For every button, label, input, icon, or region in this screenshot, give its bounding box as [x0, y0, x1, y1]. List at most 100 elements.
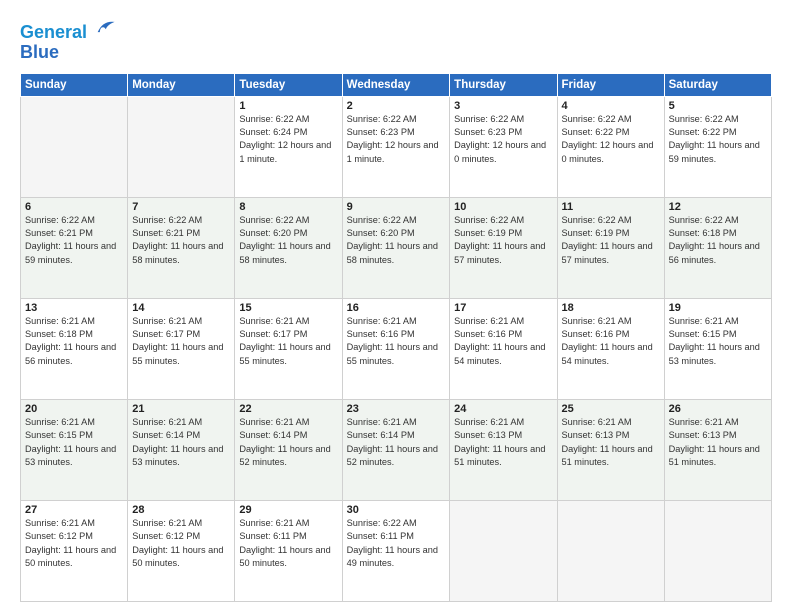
sunrise-text: Sunrise: 6:21 AM	[25, 518, 95, 528]
calendar-day-cell	[21, 96, 128, 197]
weekday-header-sunday: Sunday	[21, 73, 128, 96]
sunrise-text: Sunrise: 6:22 AM	[669, 114, 739, 124]
sunset-text: Sunset: 6:14 PM	[239, 430, 307, 440]
logo: General Blue	[20, 16, 116, 63]
sunset-text: Sunset: 6:17 PM	[132, 329, 200, 339]
day-info: Sunrise: 6:22 AMSunset: 6:19 PMDaylight:…	[562, 214, 660, 267]
day-info: Sunrise: 6:21 AMSunset: 6:15 PMDaylight:…	[25, 416, 123, 469]
weekday-header-friday: Friday	[557, 73, 664, 96]
calendar-week-row: 6Sunrise: 6:22 AMSunset: 6:21 PMDaylight…	[21, 197, 772, 298]
sunrise-text: Sunrise: 6:22 AM	[239, 114, 309, 124]
calendar-week-row: 1Sunrise: 6:22 AMSunset: 6:24 PMDaylight…	[21, 96, 772, 197]
sunrise-text: Sunrise: 6:21 AM	[239, 316, 309, 326]
day-info: Sunrise: 6:21 AMSunset: 6:13 PMDaylight:…	[454, 416, 552, 469]
day-info: Sunrise: 6:21 AM Sunset: 6:17 PM Daylight:…	[239, 315, 337, 368]
calendar-day-cell: 23Sunrise: 6:21 AMSunset: 6:14 PMDayligh…	[342, 399, 450, 500]
day-info: Sunrise: 6:22 AMSunset: 6:22 PMDaylight:…	[562, 113, 660, 166]
calendar-day-cell: 19 Sunrise: 6:21 AM Sunset: 6:15 PM Dayligh…	[664, 298, 771, 399]
daylight-text: Daylight: 11 hours and 55 minutes.	[239, 342, 330, 365]
sunset-text: Sunset: 6:11 PM	[347, 531, 414, 541]
calendar-day-cell: 5Sunrise: 6:22 AMSunset: 6:22 PMDaylight…	[664, 96, 771, 197]
day-info: Sunrise: 6:21 AMSunset: 6:13 PMDaylight:…	[562, 416, 660, 469]
day-number: 7	[132, 201, 230, 213]
day-info: Sunrise: 6:22 AMSunset: 6:20 PMDaylight:…	[239, 214, 337, 267]
sunrise-text: Sunrise: 6:21 AM	[669, 417, 739, 427]
day-info: Sunrise: 6:22 AMSunset: 6:20 PMDaylight:…	[347, 214, 446, 267]
weekday-header-row: SundayMondayTuesdayWednesdayThursdayFrid…	[21, 73, 772, 96]
day-number: 28	[132, 504, 230, 516]
day-info: Sunrise: 6:21 AM Sunset: 6:15 PM Daylight:…	[669, 315, 767, 368]
daylight-text: Daylight: 11 hours and 55 minutes.	[347, 342, 438, 365]
day-number: 4	[562, 100, 660, 112]
day-number: 21	[132, 403, 230, 415]
day-number: 11	[562, 201, 660, 213]
calendar-table: SundayMondayTuesdayWednesdayThursdayFrid…	[20, 73, 772, 602]
sunrise-text: Sunrise: 6:21 AM	[25, 316, 95, 326]
sunrise-text: Sunrise: 6:21 AM	[454, 417, 524, 427]
weekday-header-monday: Monday	[128, 73, 235, 96]
sunset-text: Sunset: 6:22 PM	[562, 127, 630, 137]
sunset-text: Sunset: 6:19 PM	[562, 228, 630, 238]
day-number: 19	[669, 302, 767, 314]
sunrise-text: Sunrise: 6:22 AM	[25, 215, 95, 225]
daylight-text: Daylight: 11 hours and 51 minutes.	[454, 444, 545, 467]
daylight-text: Daylight: 11 hours and 53 minutes.	[669, 342, 760, 365]
sunset-text: Sunset: 6:13 PM	[562, 430, 630, 440]
sunset-text: Sunset: 6:24 PM	[239, 127, 307, 137]
calendar-day-cell: 11Sunrise: 6:22 AMSunset: 6:19 PMDayligh…	[557, 197, 664, 298]
calendar-day-cell: 9Sunrise: 6:22 AMSunset: 6:20 PMDaylight…	[342, 197, 450, 298]
calendar-week-row: 20Sunrise: 6:21 AMSunset: 6:15 PMDayligh…	[21, 399, 772, 500]
sunrise-text: Sunrise: 6:21 AM	[669, 316, 739, 326]
sunrise-text: Sunrise: 6:22 AM	[454, 114, 524, 124]
calendar-day-cell: 25Sunrise: 6:21 AMSunset: 6:13 PMDayligh…	[557, 399, 664, 500]
sunrise-text: Sunrise: 6:21 AM	[347, 417, 417, 427]
day-info: Sunrise: 6:21 AMSunset: 6:14 PMDaylight:…	[239, 416, 337, 469]
sunset-text: Sunset: 6:14 PM	[132, 430, 200, 440]
day-number: 16	[347, 302, 446, 314]
day-number: 6	[25, 201, 123, 213]
daylight-text: Daylight: 11 hours and 49 minutes.	[347, 545, 438, 568]
calendar-day-cell: 26Sunrise: 6:21 AMSunset: 6:13 PMDayligh…	[664, 399, 771, 500]
logo-bird-icon	[94, 16, 116, 38]
weekday-header-wednesday: Wednesday	[342, 73, 450, 96]
day-number: 18	[562, 302, 660, 314]
calendar-day-cell	[664, 500, 771, 601]
sunset-text: Sunset: 6:17 PM	[239, 329, 307, 339]
calendar-day-cell: 1Sunrise: 6:22 AMSunset: 6:24 PMDaylight…	[235, 96, 342, 197]
daylight-text: Daylight: 11 hours and 51 minutes.	[562, 444, 653, 467]
sunrise-text: Sunrise: 6:21 AM	[132, 417, 202, 427]
sunrise-text: Sunrise: 6:21 AM	[562, 316, 632, 326]
day-number: 25	[562, 403, 660, 415]
sunset-text: Sunset: 6:14 PM	[347, 430, 415, 440]
day-number: 8	[239, 201, 337, 213]
sunset-text: Sunset: 6:18 PM	[669, 228, 737, 238]
calendar-day-cell: 15 Sunrise: 6:21 AM Sunset: 6:17 PM Dayligh…	[235, 298, 342, 399]
sunset-text: Sunset: 6:21 PM	[25, 228, 93, 238]
sunrise-text: Sunrise: 6:22 AM	[132, 215, 202, 225]
day-info: Sunrise: 6:22 AMSunset: 6:18 PMDaylight:…	[669, 214, 767, 267]
calendar-day-cell: 22Sunrise: 6:21 AMSunset: 6:14 PMDayligh…	[235, 399, 342, 500]
calendar-day-cell: 29Sunrise: 6:21 AMSunset: 6:11 PMDayligh…	[235, 500, 342, 601]
daylight-text: Daylight: 12 hours and 1 minute.	[347, 140, 439, 163]
daylight-text: Daylight: 11 hours and 55 minutes.	[132, 342, 223, 365]
sunset-text: Sunset: 6:12 PM	[132, 531, 200, 541]
day-info: Sunrise: 6:22 AMSunset: 6:21 PMDaylight:…	[132, 214, 230, 267]
calendar-day-cell: 24Sunrise: 6:21 AMSunset: 6:13 PMDayligh…	[450, 399, 557, 500]
calendar-day-cell: 6 Sunrise: 6:22 AM Sunset: 6:21 PM Daylight…	[21, 197, 128, 298]
daylight-text: Daylight: 11 hours and 59 minutes.	[25, 241, 116, 264]
sunset-text: Sunset: 6:15 PM	[669, 329, 737, 339]
day-number: 15	[239, 302, 337, 314]
daylight-text: Daylight: 11 hours and 57 minutes.	[454, 241, 545, 264]
sunset-text: Sunset: 6:23 PM	[454, 127, 522, 137]
day-number: 26	[669, 403, 767, 415]
daylight-text: Daylight: 12 hours and 1 minute.	[239, 140, 331, 163]
sunset-text: Sunset: 6:12 PM	[25, 531, 93, 541]
sunrise-text: Sunrise: 6:22 AM	[347, 518, 417, 528]
calendar-day-cell: 20Sunrise: 6:21 AMSunset: 6:15 PMDayligh…	[21, 399, 128, 500]
day-info: Sunrise: 6:21 AMSunset: 6:16 PMDaylight:…	[347, 315, 446, 368]
day-number: 17	[454, 302, 552, 314]
sunrise-text: Sunrise: 6:21 AM	[454, 316, 524, 326]
daylight-text: Daylight: 11 hours and 58 minutes.	[239, 241, 330, 264]
calendar-day-cell: 3Sunrise: 6:22 AMSunset: 6:23 PMDaylight…	[450, 96, 557, 197]
daylight-text: Daylight: 12 hours and 0 minutes.	[562, 140, 654, 163]
